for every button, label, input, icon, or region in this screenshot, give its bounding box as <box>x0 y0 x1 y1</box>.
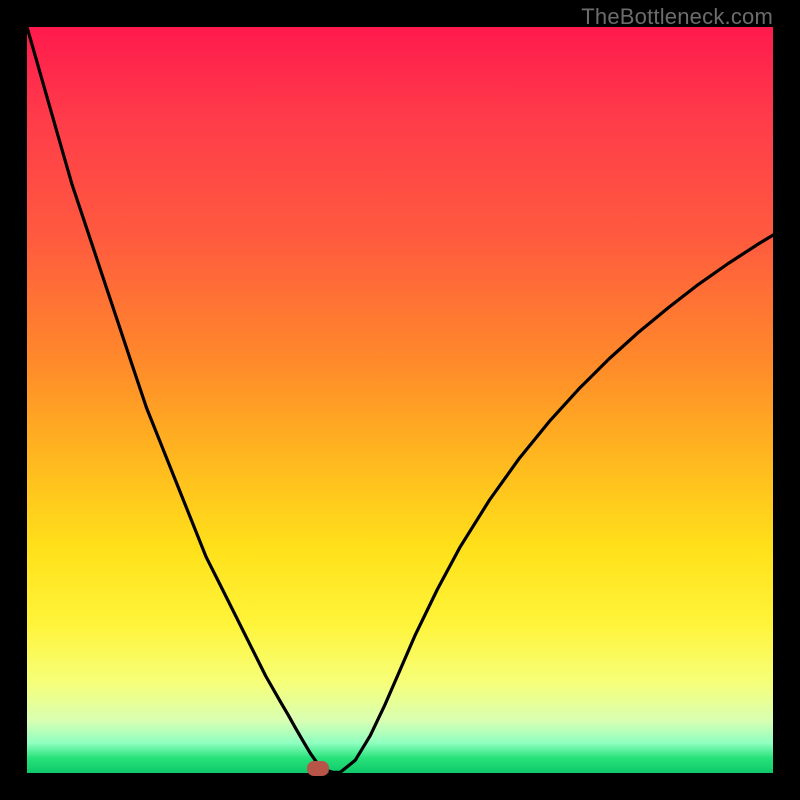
plot-background <box>27 27 773 773</box>
chart-frame: TheBottleneck.com <box>0 0 800 800</box>
watermark-text: TheBottleneck.com <box>581 4 773 30</box>
bottleneck-marker <box>307 761 329 776</box>
